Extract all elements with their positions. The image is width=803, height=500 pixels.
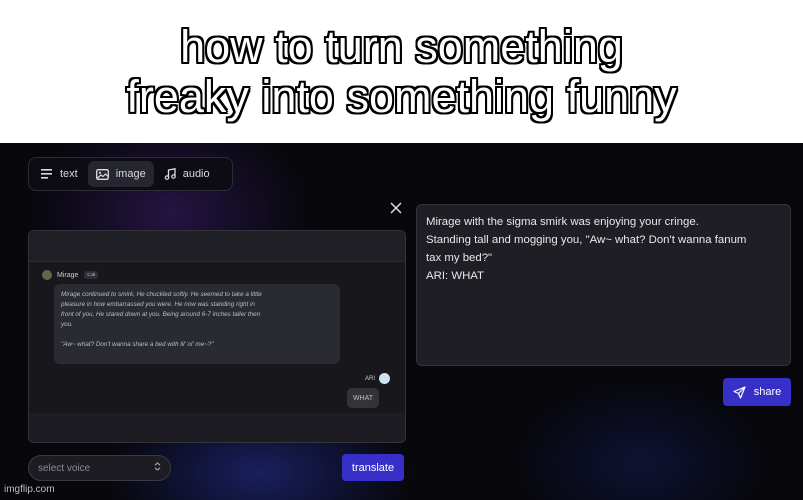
chevron-updown-icon [154, 462, 161, 474]
chat-reply-sender: ARI [365, 373, 391, 384]
mode-tabs: text image audio [28, 157, 233, 191]
tab-audio[interactable]: audio [156, 161, 218, 187]
text-lines-icon [41, 169, 53, 179]
tab-image-label: image [115, 168, 146, 180]
tab-text[interactable]: text [33, 161, 86, 187]
chat-sender: Mirage c.ai [42, 270, 99, 280]
meme-caption: how to turn something freaky into someth… [0, 0, 803, 143]
chat-reply-bubble: WHAT [347, 388, 379, 408]
image-icon [95, 168, 109, 180]
music-note-icon [164, 168, 176, 180]
chat-topbar [29, 231, 405, 262]
tab-text-label: text [60, 168, 78, 180]
translation-output[interactable]: Mirage with the sigma smirk was enjoying… [416, 204, 791, 366]
translate-button[interactable]: translate [342, 454, 404, 481]
voice-select[interactable]: select voice [28, 455, 171, 481]
chat-screenshot: Mirage c.ai Mirage continued to smirk, H… [29, 231, 405, 413]
uploaded-image-preview[interactable]: Mirage c.ai Mirage continued to smirk, H… [28, 230, 406, 443]
sender-name: Mirage [57, 271, 79, 279]
tab-image[interactable]: image [87, 161, 154, 187]
avatar [42, 270, 52, 280]
share-button[interactable]: share [723, 378, 791, 406]
send-icon [733, 385, 746, 399]
reply-sender-name: ARI [365, 375, 376, 382]
chat-message-bubble: Mirage continued to smirk, He chuckled s… [54, 284, 340, 364]
sender-badge: c.ai [84, 271, 99, 279]
tab-audio-label: audio [182, 168, 210, 180]
voice-select-placeholder: select voice [38, 462, 91, 474]
avatar [379, 373, 391, 384]
close-icon[interactable] [388, 202, 404, 218]
translator-app: text image audio Mirage c.ai Mirage cont… [0, 143, 803, 500]
watermark: imgflip.com [4, 484, 55, 495]
meme-caption-text: how to turn something freaky into someth… [126, 20, 677, 122]
share-label: share [753, 386, 782, 398]
